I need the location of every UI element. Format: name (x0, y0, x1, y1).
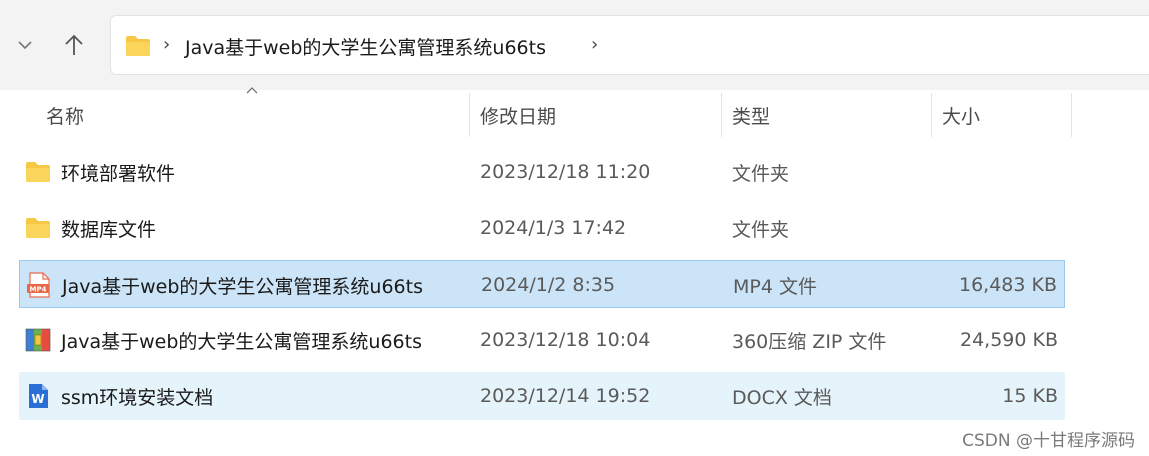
column-header-size[interactable]: 大小 (932, 93, 1070, 137)
file-date: 2024/1/3 17:42 (480, 217, 627, 239)
file-name: Java基于web的大学生公寓管理系统u66ts (61, 330, 422, 353)
watermark: CSDN @十甘程序源码 (962, 431, 1135, 451)
word-doc-icon: W (29, 384, 48, 408)
up-button[interactable] (58, 29, 90, 61)
chevron-down-icon (18, 41, 32, 50)
file-name: ssm环境安装文档 (61, 386, 214, 409)
file-name: 环境部署软件 (61, 162, 176, 185)
file-row[interactable]: 数据库文件 2024/1/3 17:42 文件夹 (19, 204, 1065, 252)
folder-icon (126, 36, 150, 56)
file-size: 16,483 KB (958, 274, 1057, 296)
file-type: 文件夹 (732, 162, 790, 185)
column-header-name[interactable]: 名称 (36, 93, 466, 137)
breadcrumb-separator-end[interactable]: › (591, 34, 598, 55)
file-row[interactable]: 环境部署软件 2023/12/18 11:20 文件夹 (19, 148, 1065, 196)
file-size: 24,590 KB (959, 329, 1058, 351)
file-type: 文件夹 (732, 218, 790, 241)
breadcrumb-current-folder[interactable]: Java基于web的大学生公寓管理系统u66ts (185, 33, 546, 60)
file-type: MP4 文件 (733, 275, 817, 298)
file-date: 2023/12/18 11:20 (480, 161, 651, 183)
recent-locations-button[interactable] (9, 29, 41, 61)
file-name: 数据库文件 (61, 218, 157, 241)
file-row[interactable]: Java基于web的大学生公寓管理系统u66ts 2023/12/18 10:0… (19, 316, 1065, 364)
breadcrumb-separator[interactable]: › (163, 34, 170, 55)
svg-text:W: W (31, 392, 44, 406)
file-size: 15 KB (1002, 385, 1058, 407)
file-date: 2023/12/14 19:52 (480, 385, 651, 407)
column-header-date[interactable]: 修改日期 (470, 93, 720, 137)
file-date: 2024/1/2 8:35 (481, 274, 616, 296)
arrow-up-icon (65, 34, 83, 55)
svg-text:MP4: MP4 (30, 285, 47, 293)
folder-icon (26, 218, 50, 238)
file-row-selected[interactable]: MP4 Java基于web的大学生公寓管理系统u66ts 2024/1/2 8:… (19, 260, 1065, 308)
file-date: 2023/12/18 10:04 (480, 329, 651, 351)
navigation-bar: › Java基于web的大学生公寓管理系统u66ts › (0, 0, 1149, 90)
zip-archive-icon (25, 328, 51, 352)
folder-icon (26, 162, 50, 182)
column-divider[interactable] (1071, 93, 1072, 137)
file-row-hover[interactable]: W ssm环境安装文档 2023/12/14 19:52 DOCX 文档 15 … (19, 372, 1065, 420)
mp4-file-icon: MP4 (27, 272, 50, 298)
file-type: 360压缩 ZIP 文件 (732, 330, 887, 353)
file-name: Java基于web的大学生公寓管理系统u66ts (62, 275, 423, 298)
column-header-type[interactable]: 类型 (722, 93, 930, 137)
file-type: DOCX 文档 (732, 386, 832, 409)
address-bar[interactable]: › Java基于web的大学生公寓管理系统u66ts › (110, 15, 1149, 75)
